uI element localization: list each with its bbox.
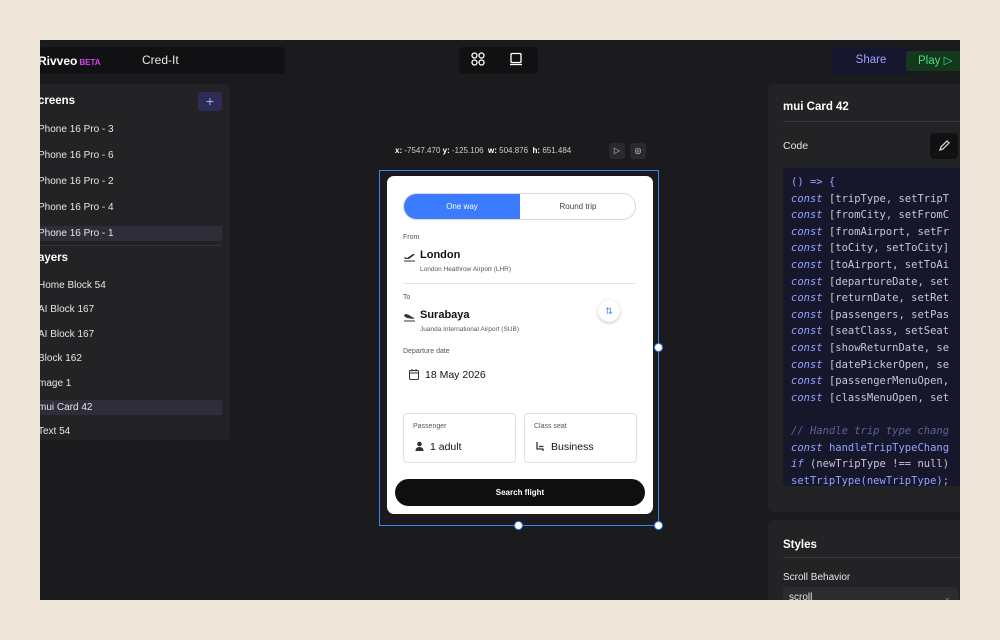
layer-item-selected[interactable]: mui Card 42: [40, 400, 222, 415]
departure-date[interactable]: 18 May 2026: [425, 369, 486, 381]
component-title: mui Card 42: [783, 101, 849, 113]
seat-icon: [536, 442, 544, 451]
code-line: if (newTripType !== null): [791, 458, 950, 471]
layer-item[interactable]: AI Block 167: [40, 327, 222, 342]
add-screen-button[interactable]: +: [198, 92, 222, 111]
play-button[interactable]: Play ▷: [906, 51, 960, 71]
selection-coordinates: x: -7547.470 y: -125.106 w: 504.876 h: 6…: [395, 146, 572, 155]
screen-item[interactable]: Phone 16 Pro - 4: [40, 200, 222, 215]
layer-item[interactable]: Home Block 54: [40, 278, 222, 293]
to-airport: Juanda International Airport (SUB): [420, 326, 519, 333]
scroll-behavior-select[interactable]: scroll ⌄: [783, 587, 958, 600]
to-label: To: [403, 294, 411, 301]
class-value: Business: [551, 441, 594, 453]
code-line: const [returnDate, setRet: [791, 292, 950, 305]
scroll-behavior-label: Scroll Behavior: [783, 572, 851, 583]
layer-item[interactable]: mage 1: [40, 376, 222, 391]
code-label: Code: [783, 140, 809, 152]
pencil-icon: [939, 140, 950, 151]
code-line: () => {: [791, 176, 836, 188]
project-header: Rivveo BETA Cred-It: [40, 47, 285, 74]
passenger-selector[interactable]: Passenger 1 adult: [403, 413, 516, 463]
passenger-value: 1 adult: [430, 441, 462, 453]
code-line: const [toAirport, setToAi: [791, 258, 950, 271]
code-line: const [toCity, setToCity]: [791, 242, 950, 255]
swap-cities-button[interactable]: ⇅: [598, 300, 620, 322]
code-line: const [datePickerOpen, se: [791, 358, 950, 371]
code-line: const [passengerMenuOpen,: [791, 375, 950, 388]
departure-date-label: Departure date: [403, 348, 450, 355]
search-flight-button[interactable]: Search flight: [395, 479, 645, 506]
layer-item[interactable]: Text 54: [40, 424, 222, 439]
passenger-label: Passenger: [413, 423, 447, 430]
tab-round-trip[interactable]: Round trip: [520, 194, 635, 219]
screen-item[interactable]: Phone 16 Pro - 3: [40, 122, 222, 137]
code-line: setTripType(newTripType);: [791, 474, 950, 486]
divider: [783, 557, 960, 558]
share-button[interactable]: Share: [831, 47, 911, 74]
code-line: const [fromAirport, setFr: [791, 225, 950, 238]
divider: [403, 283, 636, 284]
styles-heading: Styles: [783, 539, 817, 551]
beta-badge: BETA: [79, 58, 101, 67]
chevron-down-icon: ⌄: [943, 592, 951, 600]
code-line: const [tripType, setTripT: [791, 192, 950, 205]
to-city[interactable]: Surabaya: [420, 309, 470, 321]
screen-item[interactable]: Phone 16 Pro - 1: [40, 226, 222, 241]
edit-code-button[interactable]: [930, 133, 958, 159]
panel-divider: [40, 245, 222, 246]
screen-item[interactable]: Phone 16 Pro - 2: [40, 174, 222, 189]
class-label: Class seat: [534, 423, 567, 430]
code-line: const [passengers, setPas: [791, 308, 950, 321]
preview-play-icon[interactable]: ▷: [609, 143, 625, 159]
code-line: const [showReturnDate, se: [791, 341, 950, 354]
target-icon[interactable]: ◎: [630, 143, 646, 159]
grid-view-icon[interactable]: [471, 52, 489, 70]
from-label: From: [403, 234, 420, 241]
code-line: // Handle trip type chang: [791, 424, 950, 437]
editor-app: Rivveo BETA Cred-It Share Play ▷ creens +…: [40, 40, 960, 600]
code-editor[interactable]: () => { const [tripType, setTripT const [f…: [783, 168, 960, 486]
layer-item[interactable]: Block 162: [40, 351, 222, 366]
layers-heading: ayers: [40, 252, 69, 264]
layer-item[interactable]: AI Block 167: [40, 302, 222, 317]
laptop-view-icon[interactable]: [509, 52, 527, 70]
from-city[interactable]: London: [420, 249, 460, 261]
brand-logo[interactable]: Rivveo BETA: [40, 54, 101, 68]
project-name[interactable]: Cred-It: [142, 53, 179, 67]
resize-handle-bottom[interactable]: [514, 521, 523, 530]
screen-item[interactable]: Phone 16 Pro - 6: [40, 148, 222, 163]
person-icon: [415, 441, 424, 451]
inspector-panel: mui Card 42 Code () => { const [tripType,…: [768, 84, 960, 512]
left-panel: creens + Phone 16 Pro - 3 Phone 16 Pro -…: [40, 84, 230, 440]
plane-landing-icon: [404, 314, 415, 322]
code-line: const [departureDate, set: [791, 275, 950, 288]
trip-type-toggle: One way Round trip: [403, 193, 636, 220]
resize-handle-right[interactable]: [654, 343, 663, 352]
code-line: const [fromCity, setFromC: [791, 209, 950, 222]
screens-heading: creens: [40, 95, 76, 107]
divider: [783, 121, 960, 122]
from-airport: London Heathrow Airport (LHR): [420, 266, 512, 273]
code-line: const [classMenuOpen, set: [791, 391, 950, 404]
plane-takeoff-icon: [404, 254, 415, 262]
class-selector[interactable]: Class seat Business: [524, 413, 637, 463]
styles-panel: Styles Scroll Behavior scroll ⌄: [768, 520, 960, 600]
tab-one-way[interactable]: One way: [404, 194, 520, 219]
code-line: const [seatClass, setSeat: [791, 325, 950, 338]
calendar-icon: [409, 369, 419, 380]
resize-handle-corner[interactable]: [654, 521, 663, 530]
code-line: const handleTripTypeChang: [791, 441, 950, 454]
flight-search-card: One way Round trip From London London He…: [387, 176, 653, 514]
view-toggle: [459, 47, 538, 74]
